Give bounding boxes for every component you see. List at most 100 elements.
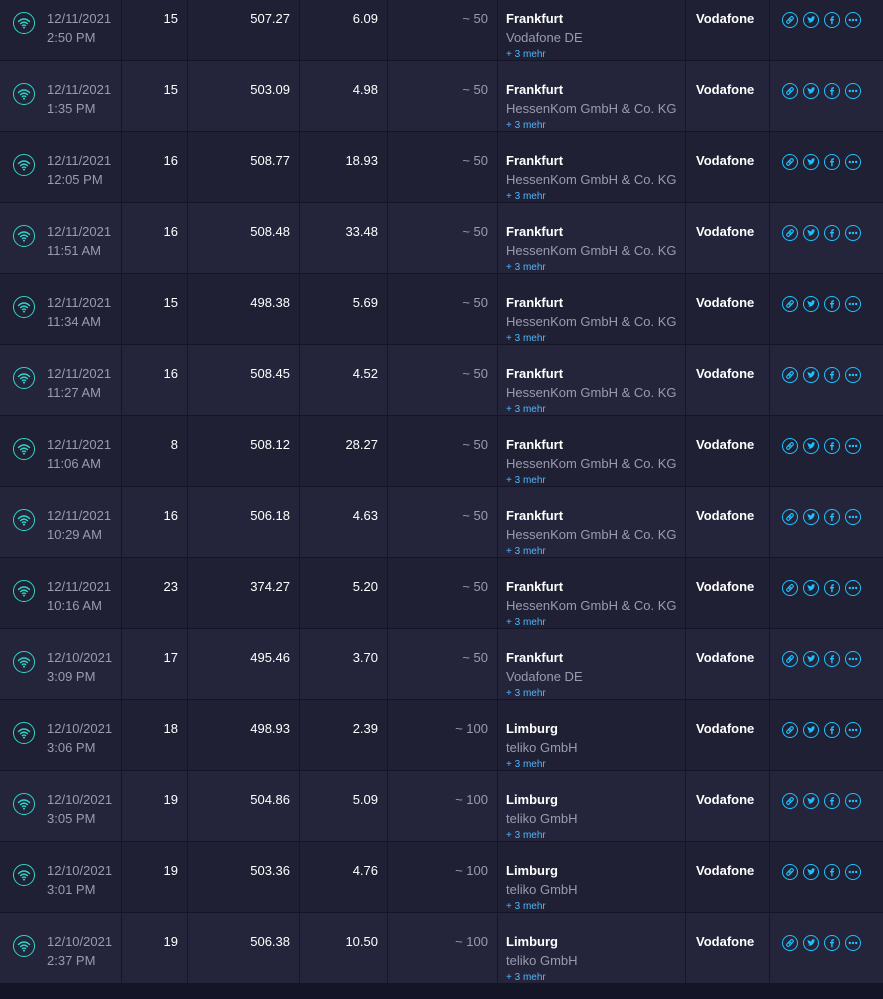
more-servers-link[interactable]: + 3 mehr [506, 475, 546, 486]
link-icon[interactable] [782, 83, 798, 99]
twitter-icon[interactable] [803, 651, 819, 667]
facebook-icon[interactable] [824, 722, 840, 738]
result-row[interactable]: 12/11/2021 1:35 PM 15 503.09 4.98 ~ 50 F… [0, 61, 883, 132]
upload-value: 10.50 [345, 934, 378, 949]
more-servers-link[interactable]: + 3 mehr [506, 830, 546, 841]
facebook-icon[interactable] [824, 83, 840, 99]
twitter-icon[interactable] [803, 509, 819, 525]
upload-cell: 4.63 [300, 487, 388, 557]
ping-value: 15 [163, 11, 178, 26]
more-icon[interactable] [845, 154, 861, 170]
twitter-icon[interactable] [803, 438, 819, 454]
more-servers-link[interactable]: + 3 mehr [506, 759, 546, 770]
result-row[interactable]: 12/11/2021 12:05 PM 16 508.77 18.93 ~ 50… [0, 132, 883, 203]
facebook-icon[interactable] [824, 225, 840, 241]
result-row[interactable]: 12/10/2021 3:09 PM 17 495.46 3.70 ~ 50 F… [0, 629, 883, 700]
more-servers-link[interactable]: + 3 mehr [506, 333, 546, 344]
facebook-icon[interactable] [824, 296, 840, 312]
link-icon[interactable] [782, 793, 798, 809]
twitter-icon[interactable] [803, 12, 819, 28]
more-icon[interactable] [845, 651, 861, 667]
facebook-icon[interactable] [824, 12, 840, 28]
more-servers-link[interactable]: + 3 mehr [506, 901, 546, 912]
more-icon[interactable] [845, 225, 861, 241]
facebook-icon[interactable] [824, 509, 840, 525]
result-row[interactable]: 12/11/2021 10:29 AM 16 506.18 4.63 ~ 50 … [0, 487, 883, 558]
wifi-icon [13, 438, 35, 460]
result-row[interactable]: 12/10/2021 3:06 PM 18 498.93 2.39 ~ 100 … [0, 700, 883, 771]
more-icon[interactable] [845, 864, 861, 880]
result-row[interactable]: 12/11/2021 11:34 AM 15 498.38 5.69 ~ 50 … [0, 274, 883, 345]
twitter-icon[interactable] [803, 154, 819, 170]
twitter-icon[interactable] [803, 580, 819, 596]
download-value: 508.45 [250, 366, 290, 381]
facebook-icon[interactable] [824, 793, 840, 809]
twitter-icon[interactable] [803, 864, 819, 880]
result-row[interactable]: 12/10/2021 3:01 PM 19 503.36 4.76 ~ 100 … [0, 842, 883, 913]
facebook-icon[interactable] [824, 580, 840, 596]
link-icon[interactable] [782, 722, 798, 738]
more-icon[interactable] [845, 580, 861, 596]
link-icon[interactable] [782, 935, 798, 951]
more-icon[interactable] [845, 367, 861, 383]
twitter-icon[interactable] [803, 722, 819, 738]
server-sponsor: HessenKom GmbH & Co. KG [506, 172, 677, 187]
twitter-icon[interactable] [803, 793, 819, 809]
result-row[interactable]: 12/11/2021 2:50 PM 15 507.27 6.09 ~ 50 F… [0, 0, 883, 61]
link-icon[interactable] [782, 864, 798, 880]
ping-cell: 23 [122, 558, 188, 628]
more-icon[interactable] [845, 83, 861, 99]
result-row[interactable]: 12/11/2021 11:51 AM 16 508.48 33.48 ~ 50… [0, 203, 883, 274]
distance-value: ~ 50 [462, 508, 488, 523]
more-servers-link[interactable]: + 3 mehr [506, 120, 546, 131]
facebook-icon[interactable] [824, 651, 840, 667]
distance-value: ~ 50 [462, 295, 488, 310]
link-icon[interactable] [782, 509, 798, 525]
twitter-icon[interactable] [803, 367, 819, 383]
isp-name: Vodafone [696, 508, 755, 523]
result-row[interactable]: 12/11/2021 11:06 AM 8 508.12 28.27 ~ 50 … [0, 416, 883, 487]
link-icon[interactable] [782, 12, 798, 28]
link-icon[interactable] [782, 225, 798, 241]
more-icon[interactable] [845, 509, 861, 525]
more-icon[interactable] [845, 793, 861, 809]
more-servers-link[interactable]: + 3 mehr [506, 617, 546, 628]
more-icon[interactable] [845, 12, 861, 28]
more-servers-link[interactable]: + 3 mehr [506, 404, 546, 415]
more-servers-link[interactable]: + 3 mehr [506, 191, 546, 202]
ping-cell: 16 [122, 203, 188, 273]
ping-cell: 16 [122, 132, 188, 202]
link-icon[interactable] [782, 580, 798, 596]
facebook-icon[interactable] [824, 154, 840, 170]
result-row[interactable]: 12/10/2021 2:37 PM 19 506.38 10.50 ~ 100… [0, 913, 883, 984]
share-cell [770, 629, 883, 699]
more-servers-link[interactable]: + 3 mehr [506, 262, 546, 273]
more-servers-link[interactable]: + 3 mehr [506, 688, 546, 699]
more-servers-link[interactable]: + 3 mehr [506, 972, 546, 983]
distance-value: ~ 100 [455, 934, 488, 949]
link-icon[interactable] [782, 438, 798, 454]
result-row[interactable]: 12/10/2021 3:05 PM 19 504.86 5.09 ~ 100 … [0, 771, 883, 842]
link-icon[interactable] [782, 296, 798, 312]
link-icon[interactable] [782, 367, 798, 383]
twitter-icon[interactable] [803, 935, 819, 951]
connection-cell [0, 700, 42, 770]
more-icon[interactable] [845, 722, 861, 738]
more-icon[interactable] [845, 438, 861, 454]
more-servers-link[interactable]: + 3 mehr [506, 49, 546, 60]
result-row[interactable]: 12/11/2021 10:16 AM 23 374.27 5.20 ~ 50 … [0, 558, 883, 629]
link-icon[interactable] [782, 651, 798, 667]
facebook-icon[interactable] [824, 864, 840, 880]
facebook-icon[interactable] [824, 935, 840, 951]
connection-cell [0, 842, 42, 912]
more-icon[interactable] [845, 296, 861, 312]
twitter-icon[interactable] [803, 225, 819, 241]
more-icon[interactable] [845, 935, 861, 951]
facebook-icon[interactable] [824, 367, 840, 383]
twitter-icon[interactable] [803, 83, 819, 99]
facebook-icon[interactable] [824, 438, 840, 454]
result-row[interactable]: 12/11/2021 11:27 AM 16 508.45 4.52 ~ 50 … [0, 345, 883, 416]
link-icon[interactable] [782, 154, 798, 170]
twitter-icon[interactable] [803, 296, 819, 312]
more-servers-link[interactable]: + 3 mehr [506, 546, 546, 557]
